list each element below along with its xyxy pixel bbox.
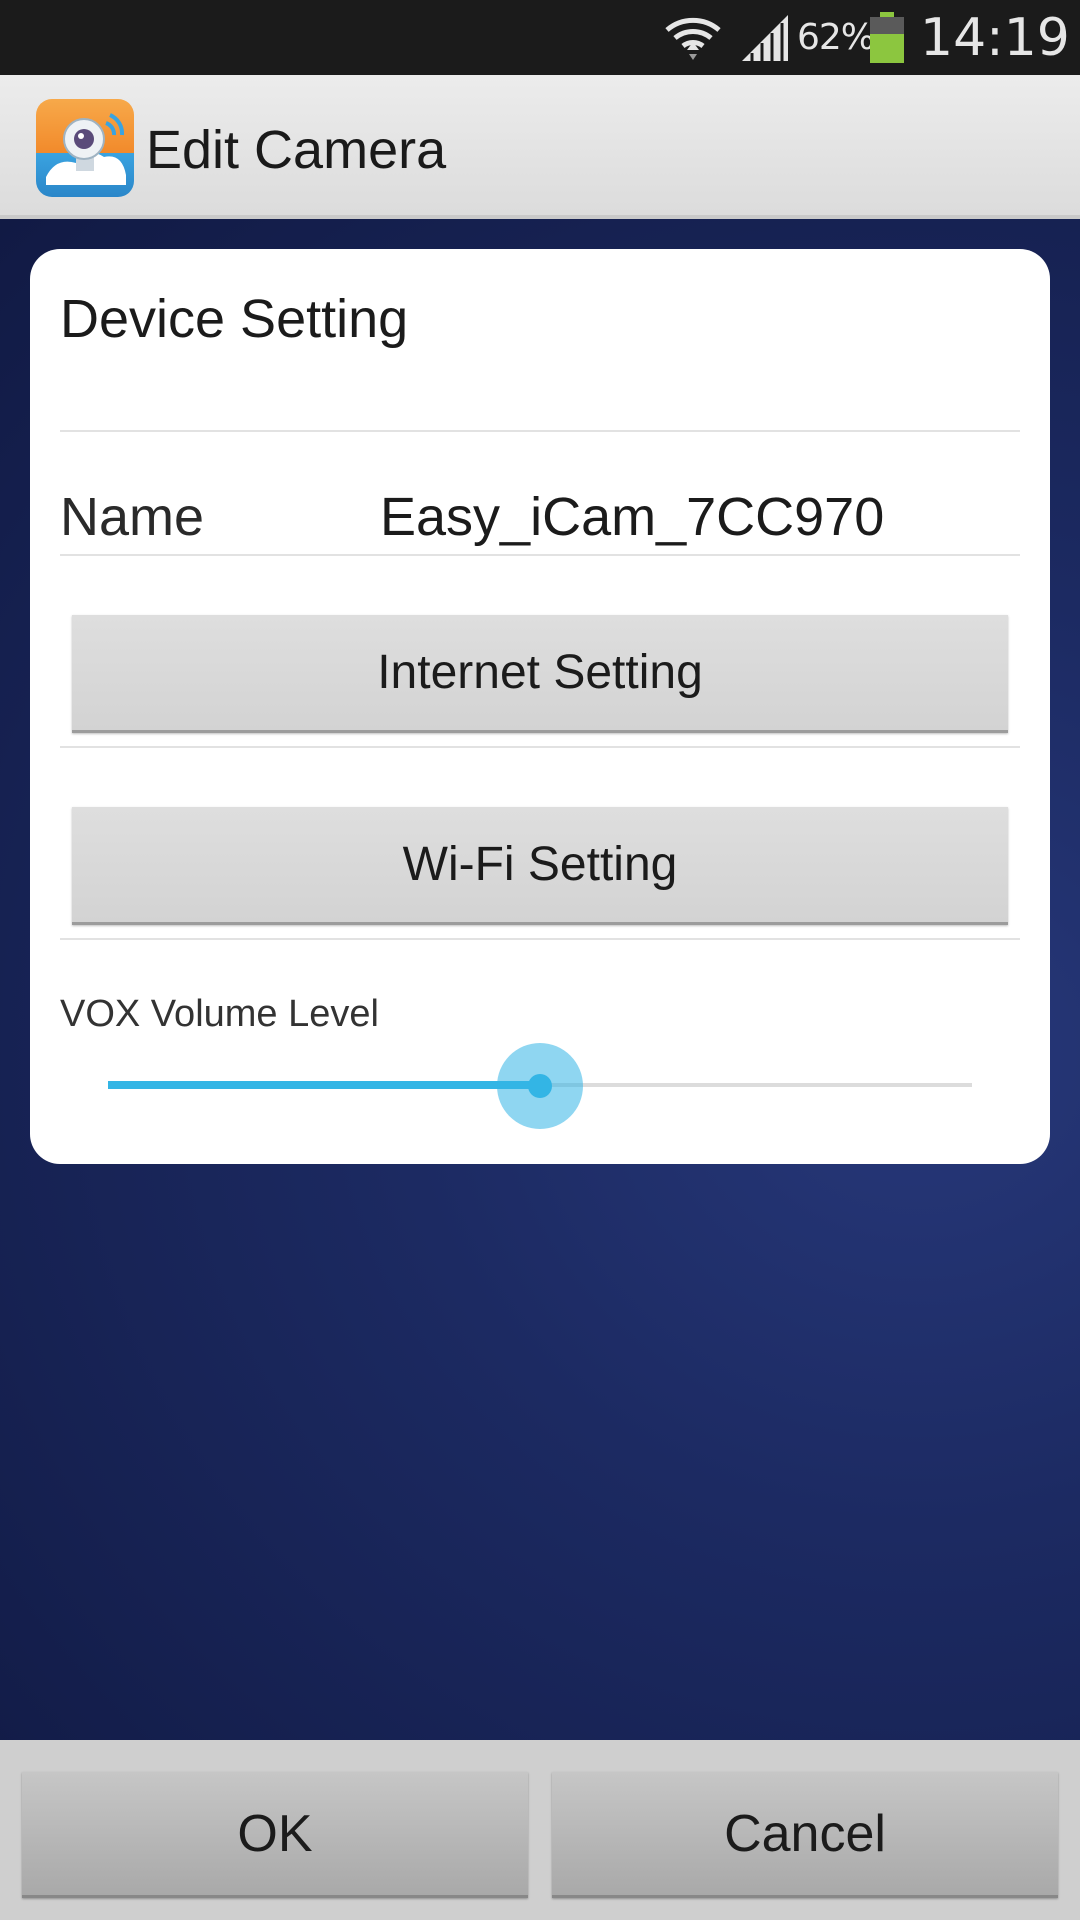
bottom-bar: OK Cancel: [0, 1740, 1080, 1920]
divider: [60, 938, 1020, 940]
slider-fill: [108, 1081, 540, 1089]
cancel-button[interactable]: Cancel: [552, 1772, 1058, 1898]
signal-icon: [742, 15, 788, 61]
camera-app-icon[interactable]: [36, 99, 134, 197]
wifi-setting-button[interactable]: Wi-Fi Setting: [72, 807, 1008, 925]
name-label: Name: [60, 487, 205, 547]
internet-setting-button[interactable]: Internet Setting: [72, 615, 1008, 733]
wifi-icon: [665, 17, 721, 60]
battery-percent: 62%: [797, 17, 875, 58]
ok-button[interactable]: OK: [22, 1772, 528, 1898]
device-setting-card: Device Setting Name Easy_iCam_7CC970 Int…: [30, 249, 1050, 1164]
vox-volume-slider[interactable]: [108, 1041, 978, 1131]
action-bar: Edit Camera: [0, 75, 1080, 219]
slider-thumb[interactable]: [497, 1043, 583, 1129]
divider: [60, 554, 1020, 556]
name-value[interactable]: Easy_iCam_7CC970: [380, 485, 884, 549]
page-title: Edit Camera: [146, 120, 447, 180]
card-title: Device Setting: [60, 289, 409, 349]
vox-volume-label: VOX Volume Level: [60, 993, 379, 1035]
status-bar: 62% 14:19: [0, 0, 1080, 75]
slider-thumb-dot: [528, 1074, 552, 1098]
divider: [60, 746, 1020, 748]
battery-icon: [870, 12, 904, 63]
clock: 14:19: [920, 8, 1070, 68]
divider: [60, 430, 1020, 432]
